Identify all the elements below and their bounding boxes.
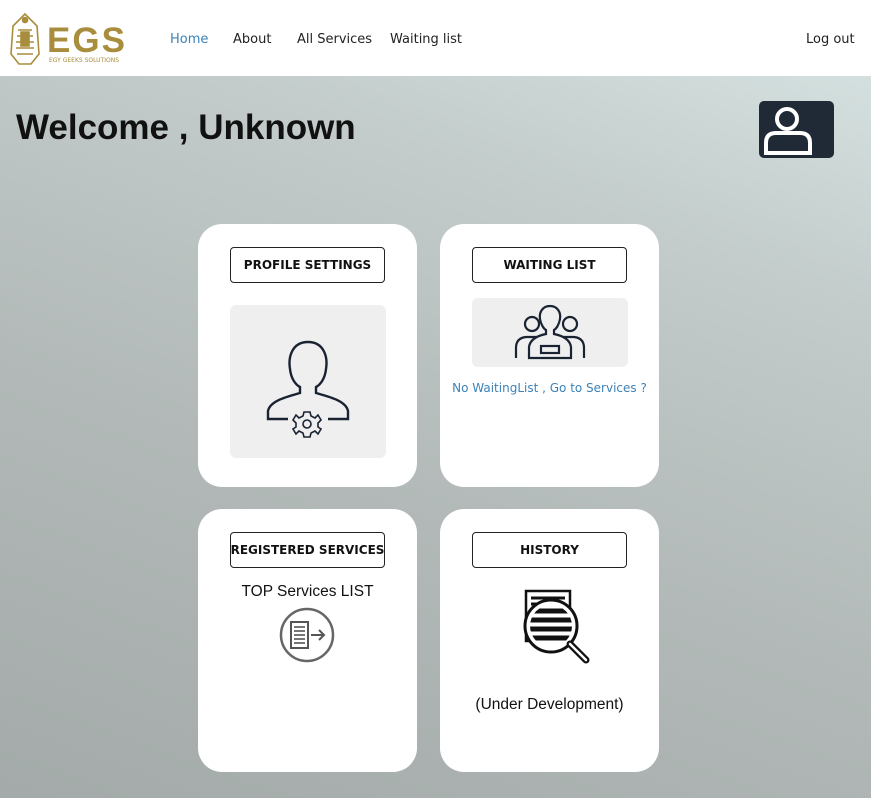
profile-settings-button[interactable]: PROFILE SETTINGS: [230, 247, 385, 283]
history-card: HISTORY (Under Development): [440, 509, 659, 772]
top-navbar: EGS EGY GEEKS SOLUTIONS Home About All S…: [0, 0, 871, 76]
search-document-icon: [518, 589, 594, 665]
users-group-icon: [514, 304, 586, 360]
logo-subtitle: EGY GEEKS SOLUTIONS: [49, 57, 119, 64]
registered-services-card: REGISTERED SERVICES TOP Services LIST: [198, 509, 417, 772]
nav-all-services-link[interactable]: All Services: [297, 32, 372, 47]
logout-link[interactable]: Log out: [806, 32, 855, 47]
logo-text: EGS: [47, 21, 127, 60]
pharaoh-icon: [10, 12, 40, 65]
user-settings-icon: [266, 340, 350, 438]
nav-about-link[interactable]: About: [233, 32, 271, 47]
waiting-list-image: [472, 298, 628, 367]
go-to-services-link[interactable]: No WaitingList , Go to Services ?: [440, 381, 659, 395]
nav-waiting-list-link[interactable]: Waiting list: [390, 32, 462, 47]
egs-logo[interactable]: EGS EGY GEEKS SOLUTIONS: [9, 12, 135, 68]
profile-settings-card: PROFILE SETTINGS: [198, 224, 417, 487]
nav-home-link[interactable]: Home: [170, 32, 208, 47]
top-services-label: TOP Services LIST: [241, 583, 374, 600]
waiting-list-card: WAITING LIST No WaitingList , Go to Serv…: [440, 224, 659, 487]
under-development-label: (Under Development): [475, 696, 624, 713]
history-button[interactable]: HISTORY: [472, 532, 627, 568]
profile-avatar-button[interactable]: [759, 101, 834, 158]
list-arrow-icon[interactable]: [279, 607, 337, 665]
registered-services-button[interactable]: REGISTERED SERVICES: [230, 532, 385, 568]
welcome-heading: Welcome , Unknown: [16, 108, 356, 147]
user-icon: [764, 107, 812, 155]
waiting-list-button[interactable]: WAITING LIST: [472, 247, 627, 283]
profile-settings-image[interactable]: [230, 305, 386, 458]
